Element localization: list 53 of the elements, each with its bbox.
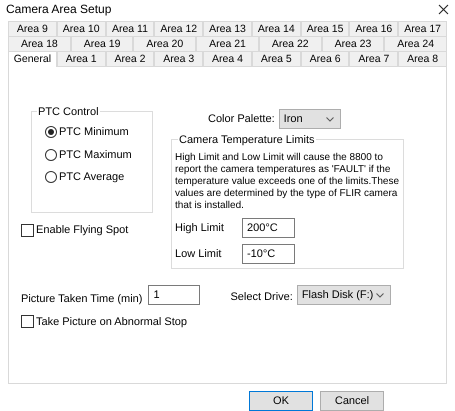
tab[interactable]: Area 17	[398, 21, 448, 36]
dialog-button[interactable]: Cancel	[320, 391, 384, 411]
radio-label: PTC Average	[59, 170, 124, 185]
limit-field[interactable]: 200°C	[242, 218, 295, 238]
tab[interactable]: Area 23	[322, 36, 384, 51]
radio-button[interactable]	[45, 148, 57, 161]
tab[interactable]: Area 1	[56, 51, 106, 66]
caret-icon	[376, 292, 384, 298]
tab[interactable]: Area 11	[106, 21, 154, 36]
tab[interactable]: Area 20	[133, 36, 196, 51]
field-label: Picture Taken Time (min)	[21, 292, 142, 307]
radio-button[interactable]	[45, 171, 57, 184]
radio-label: PTC Minimum	[59, 125, 129, 140]
dialog-button[interactable]: OK	[249, 391, 313, 411]
field-label: Low Limit	[175, 246, 222, 262]
tab[interactable]: Area 22	[258, 36, 322, 51]
tab[interactable]: Area 7	[349, 51, 398, 66]
field-label: High Limit	[175, 220, 225, 236]
group-title: Camera Temperature Limits	[178, 132, 316, 148]
radio-button[interactable]	[45, 126, 57, 138]
tab[interactable]: Area 13	[203, 21, 252, 36]
tab[interactable]: Area 3	[154, 51, 204, 66]
time-field[interactable]: 1	[148, 285, 200, 306]
caret-icon	[326, 116, 334, 122]
palette-dropdown[interactable]: Iron	[278, 109, 341, 129]
tab[interactable]: Area 10	[56, 21, 106, 36]
checkbox-label: Take Picture on Abnormal Stop	[36, 314, 188, 330]
limits-description: High Limit and Low Limit will cause the 8800 to report the camera temperatures as 'FAULT' if the temperature value exceeds one of the limits.These values are determined by the type of FLIR camera that is installed.	[175, 152, 400, 212]
tab[interactable]: Area 19	[70, 36, 134, 51]
field-label: Select Drive:	[230, 290, 293, 305]
tab[interactable]: Area 24	[384, 36, 448, 51]
drive-dropdown[interactable]: Flash Disk (F:)	[296, 285, 391, 306]
window-title: Camera Area Setup	[6, 1, 112, 18]
tab[interactable]: Area 21	[196, 36, 259, 51]
tab[interactable]: General	[8, 51, 57, 67]
tab[interactable]: Area 18	[8, 36, 71, 51]
close-icon[interactable]	[438, 4, 449, 14]
tab[interactable]: Area 9	[8, 21, 57, 36]
checkbox[interactable]	[21, 224, 34, 237]
tab[interactable]: Area 16	[349, 21, 398, 36]
checkbox-label: Enable Flying Spot	[36, 223, 128, 238]
tab[interactable]: Area 15	[300, 21, 350, 36]
tab[interactable]: Area 2	[106, 51, 154, 66]
limit-field[interactable]: -10°C	[242, 244, 295, 264]
tab[interactable]: Area 8	[398, 51, 448, 66]
field-label: Color Palette:	[208, 112, 275, 127]
tab[interactable]: Area 5	[252, 51, 301, 66]
tab[interactable]: Area 12	[154, 21, 204, 36]
tab[interactable]: Area 14	[252, 21, 301, 36]
radio-label: PTC Maximum	[59, 148, 132, 162]
checkbox[interactable]	[21, 315, 34, 328]
tab[interactable]: Area 6	[300, 51, 350, 66]
tab[interactable]: Area 4	[203, 51, 252, 66]
